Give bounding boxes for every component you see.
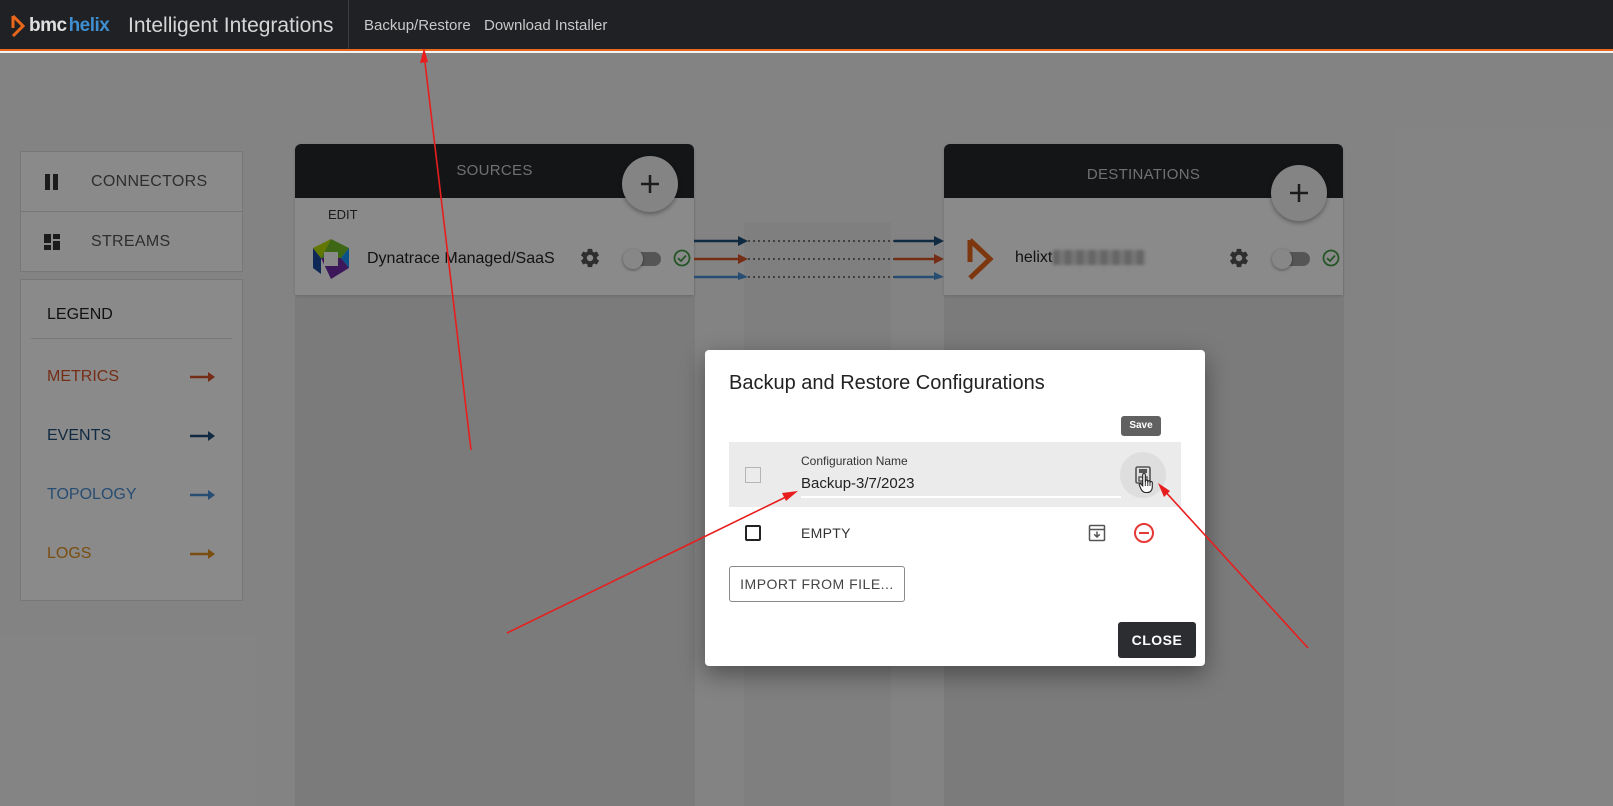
nav-download-installer[interactable]: Download Installer — [484, 17, 607, 34]
row-select-checkbox[interactable] — [745, 525, 761, 541]
bmc-helix-logo[interactable]: bmc helix — [10, 15, 110, 37]
bmc-logo-icon — [11, 15, 26, 37]
configuration-name-input[interactable] — [801, 470, 1121, 496]
remove-circle-icon — [1134, 523, 1154, 543]
brand-helix: helix — [68, 15, 110, 36]
restore-configuration-button[interactable] — [1085, 521, 1109, 545]
configuration-name-label: Configuration Name — [801, 454, 908, 468]
configuration-row: EMPTY — [729, 507, 1181, 559]
delete-configuration-button[interactable] — [1132, 521, 1156, 545]
save-tooltip: Save — [1121, 416, 1161, 436]
dialog-title: Backup and Restore Configurations — [729, 372, 1045, 394]
brand-bmc: bmc — [29, 15, 67, 36]
archive-download-icon — [1088, 524, 1106, 542]
top-bar: bmc helix Intelligent Integrations Backu… — [0, 0, 1613, 51]
input-underline — [801, 496, 1121, 498]
import-from-file-button[interactable]: IMPORT FROM FILE... — [729, 566, 905, 602]
new-configuration-row: Configuration Name — [729, 442, 1181, 507]
hand-cursor-icon — [1138, 472, 1153, 494]
configuration-name: EMPTY — [801, 525, 851, 541]
nav-backup-restore[interactable]: Backup/Restore — [364, 17, 471, 34]
app-title: Intelligent Integrations — [128, 14, 334, 37]
close-dialog-button[interactable]: CLOSE — [1118, 622, 1196, 658]
header-divider — [348, 0, 349, 49]
backup-restore-dialog: Backup and Restore Configurations Save C… — [705, 350, 1205, 666]
row-select-checkbox[interactable] — [745, 467, 761, 483]
